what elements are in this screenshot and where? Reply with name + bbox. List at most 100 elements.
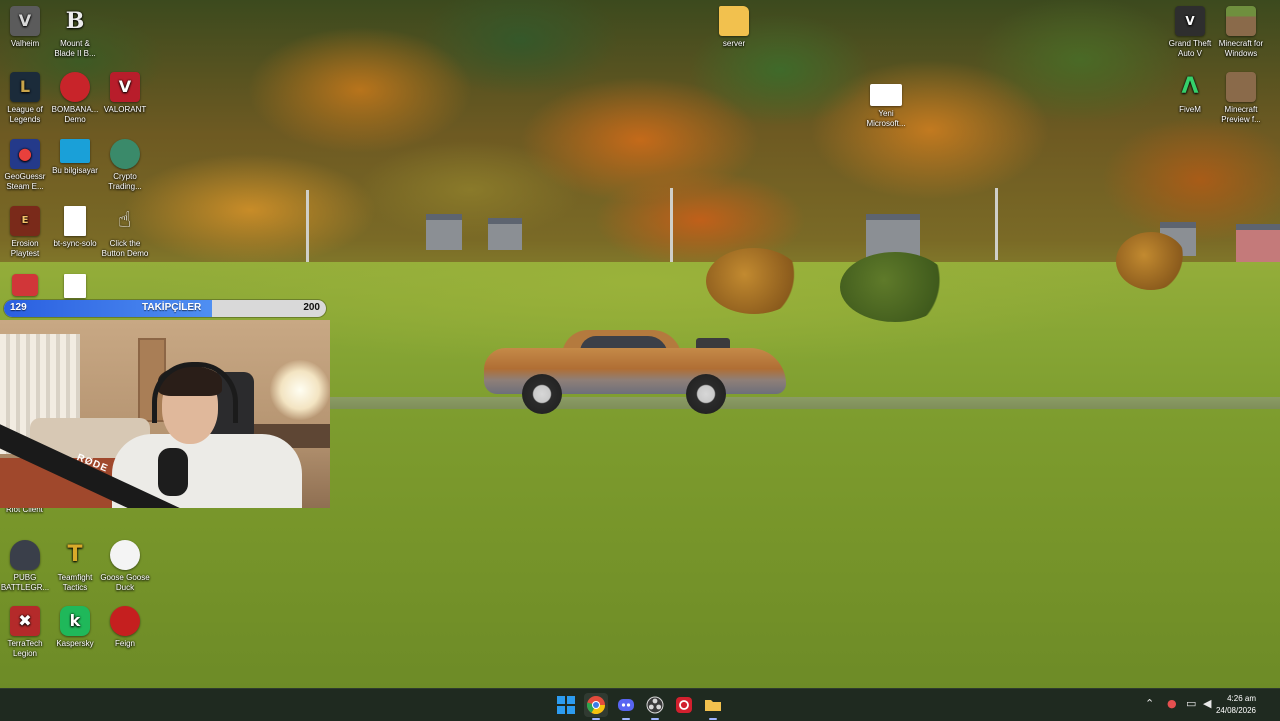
crypto-icon bbox=[110, 139, 140, 169]
desktop-icon-crypto-trading[interactable]: Crypto Trading... bbox=[100, 135, 150, 192]
taskbar: ⌃ ● ▭ ◀ 4:26 am 24/08/2026 bbox=[0, 688, 1280, 721]
chevron-up-icon[interactable]: ⌃ bbox=[1145, 697, 1154, 710]
obs-icon bbox=[646, 696, 664, 714]
riot-icon bbox=[12, 274, 38, 296]
network-icon[interactable]: ▭ bbox=[1186, 697, 1196, 710]
utility-pole bbox=[306, 190, 309, 270]
desktop-icon-label: Click the Button Demo bbox=[101, 239, 149, 258]
desktop-icon-mount-blade[interactable]: B Mount & Blade II B... bbox=[50, 2, 100, 59]
desktop-icon-bombana[interactable]: BOMBANA... Demo bbox=[50, 68, 100, 125]
webcam-overlay: RØDE bbox=[0, 320, 330, 508]
valorant-icon: V bbox=[110, 72, 140, 102]
red-app-icon bbox=[676, 697, 692, 713]
document-image-icon bbox=[870, 84, 902, 106]
desktop-icon-label: League of Legends bbox=[7, 105, 43, 124]
car-wheel bbox=[522, 374, 562, 414]
taskbar-clock[interactable]: 4:26 am 24/08/2026 bbox=[1216, 693, 1256, 717]
desktop-icon-label: Bu bilgisayar bbox=[52, 166, 98, 175]
clock-time: 4:26 am bbox=[1227, 694, 1256, 703]
taskbar-discord[interactable] bbox=[614, 693, 638, 720]
muscle-car bbox=[484, 326, 790, 416]
desktop-icon-geoguessr[interactable]: ● GeoGuessr Steam E... bbox=[0, 135, 50, 192]
follower-label: TAKİPÇİLER bbox=[142, 302, 202, 313]
desktop-icon-label: TerraTech Legion bbox=[7, 639, 43, 658]
desktop-icon-teamfight[interactable]: T Teamfight Tactics bbox=[50, 536, 100, 593]
desktop-icon-label: server bbox=[722, 39, 746, 48]
desktop-icon-pubg[interactable]: PUBG BATTLEGR... bbox=[0, 536, 50, 593]
league-icon: L bbox=[10, 72, 40, 102]
desktop-icon-riot-client-img[interactable] bbox=[0, 272, 50, 299]
folder-icon bbox=[705, 700, 721, 711]
desktop-icon-label: Teamfight Tactics bbox=[57, 573, 93, 592]
desktop-icon-file[interactable] bbox=[50, 272, 100, 301]
taskbar-chrome[interactable] bbox=[584, 693, 608, 720]
taskbar-file-explorer[interactable] bbox=[701, 693, 725, 720]
desktop-icon-label: bt-sync-solo bbox=[53, 239, 97, 248]
desktop-icon-kaspersky[interactable]: k Kaspersky bbox=[50, 602, 100, 649]
follower-goal-count: 200 bbox=[303, 302, 320, 313]
folder-icon bbox=[719, 6, 749, 36]
bush bbox=[840, 252, 950, 322]
utility-pole bbox=[995, 188, 998, 260]
desktop-icon-minecraft-preview[interactable]: Minecraft Preview f... bbox=[1216, 68, 1266, 125]
bush bbox=[706, 248, 802, 314]
utility-pole bbox=[670, 188, 673, 268]
desktop-icon-valheim[interactable]: V Valheim bbox=[0, 2, 50, 49]
geoguessr-icon: ● bbox=[10, 139, 40, 169]
desktop-icon-minecraft-windows[interactable]: Minecraft for Windows bbox=[1216, 2, 1266, 59]
desktop-icon-label: PUBG BATTLEGR... bbox=[0, 573, 50, 592]
desktop-icon-label: Goose Goose Duck bbox=[100, 573, 150, 592]
chrome-icon bbox=[587, 696, 605, 714]
house bbox=[426, 214, 462, 250]
taskbar-obs[interactable] bbox=[643, 693, 667, 720]
road bbox=[330, 397, 1280, 409]
desktop-icon-label: Feign bbox=[114, 639, 135, 648]
desktop-icon-server[interactable]: server bbox=[709, 2, 759, 49]
desktop-icon-label: Minecraft for Windows bbox=[1218, 39, 1264, 58]
desktop-icon-label: Erosion Playtest bbox=[10, 239, 40, 258]
monitor-icon bbox=[60, 139, 90, 163]
desktop-icon-label: Valheim bbox=[10, 39, 40, 48]
desktop-icon-gta[interactable]: V Grand Theft Auto V bbox=[1165, 2, 1215, 59]
desktop-icon-terratech[interactable]: ✖ TerraTech Legion bbox=[0, 602, 50, 659]
desktop-icon-label: Kaspersky bbox=[56, 639, 94, 648]
microphone-icon bbox=[158, 448, 188, 496]
kaspersky-icon: k bbox=[60, 606, 90, 636]
file-icon bbox=[64, 206, 86, 236]
goose-icon bbox=[110, 540, 140, 570]
tft-icon: T bbox=[67, 542, 83, 567]
microphone-icon[interactable]: ● bbox=[1167, 697, 1177, 710]
mouse-cursor-icon: ☝ bbox=[118, 208, 132, 233]
desktop-icon-erosion[interactable]: E Erosion Playtest bbox=[0, 202, 50, 259]
minecraft-preview-icon bbox=[1226, 72, 1256, 102]
mount-blade-icon: B bbox=[65, 8, 85, 34]
desktop-icon-goose-goose-duck[interactable]: Goose Goose Duck bbox=[100, 536, 150, 593]
wallpaper-forest bbox=[0, 0, 1280, 300]
desktop-icon-feign[interactable]: Feign bbox=[100, 602, 150, 649]
desktop-icon-bt-sync-solo[interactable]: bt-sync-solo bbox=[50, 202, 100, 249]
valheim-icon: V bbox=[10, 6, 40, 36]
taskbar-start-button[interactable] bbox=[554, 693, 578, 717]
clock-date: 24/08/2026 bbox=[1215, 706, 1256, 715]
taskbar-red-app[interactable] bbox=[672, 693, 696, 717]
desktop-icon-label: Grand Theft Auto V bbox=[1168, 39, 1212, 58]
fivem-icon: Λ bbox=[1181, 74, 1199, 99]
desktop-icon-valorant[interactable]: V VALORANT bbox=[100, 68, 150, 115]
lamp-light bbox=[270, 360, 330, 420]
bombana-icon bbox=[60, 72, 90, 102]
terratech-icon: ✖ bbox=[10, 606, 40, 636]
minecraft-icon bbox=[1226, 6, 1256, 36]
feign-icon bbox=[110, 606, 140, 636]
desktop-icon-label: FiveM bbox=[1179, 105, 1201, 114]
desktop-icon-fivem[interactable]: Λ FiveM bbox=[1165, 68, 1215, 115]
desktop-icon-yeni-microsoft[interactable]: Yeni Microsoft... bbox=[861, 80, 911, 129]
discord-icon bbox=[618, 699, 634, 711]
volume-icon[interactable]: ◀ bbox=[1203, 697, 1211, 710]
erosion-icon: E bbox=[10, 206, 40, 236]
desktop-icon-label: VALORANT bbox=[103, 105, 147, 114]
desktop-icon-league[interactable]: L League of Legends bbox=[0, 68, 50, 125]
desktop-icon-bu-bilgisayar[interactable]: Bu bilgisayar bbox=[50, 135, 100, 176]
desktop-icon-label: Yeni Microsoft... bbox=[866, 109, 906, 128]
gta-icon: V bbox=[1175, 6, 1205, 36]
windows-start-icon bbox=[557, 696, 575, 714]
